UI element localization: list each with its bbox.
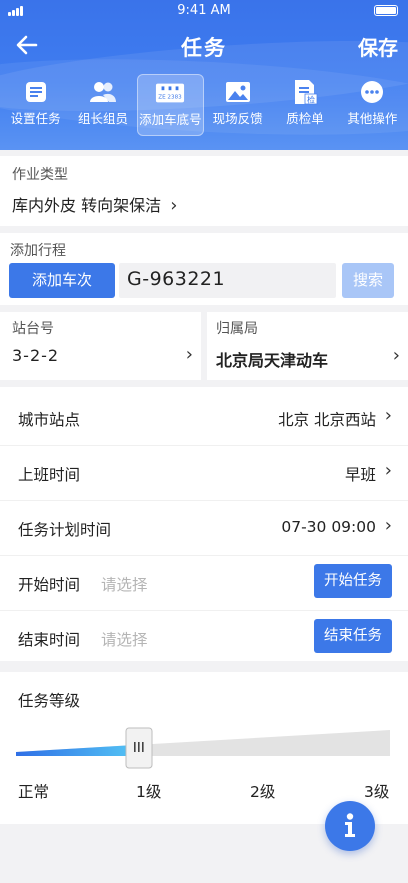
plan-time-row[interactable]: 任务计划时间 07-30 09:00 › (0, 501, 408, 556)
info-button[interactable] (325, 801, 375, 851)
tool-team[interactable]: 组长组员 (69, 74, 136, 136)
work-type-card[interactable]: 作业类型 库内外皮 转向架保洁 › (0, 156, 408, 226)
tool-label: 质检单 (286, 111, 324, 126)
tool-site-feedback[interactable]: 现场反馈 (204, 74, 271, 136)
start-task-button[interactable]: 开始任务 (314, 564, 392, 598)
search-button[interactable]: 搜索 (342, 263, 394, 298)
page-title: 任务 (181, 36, 227, 60)
chevron-right-icon: › (392, 345, 400, 366)
start-time-row: 开始时间 请选择 开始任务 (0, 556, 408, 611)
work-type-label: 作业类型 (12, 167, 68, 183)
tool-label: 设置任务 (10, 111, 61, 126)
detail-list: 城市站点 北京 北京西站 › 上班时间 早班 › 任务计划时间 07-30 09… (0, 387, 408, 661)
city-station-row[interactable]: 城市站点 北京 北京西站 › (0, 391, 408, 446)
battery-icon (374, 5, 398, 16)
level-tick-normal: 正常 (18, 783, 50, 801)
status-time: 9:41 AM (177, 3, 231, 18)
trip-card: 添加行程 添加车次 G-963221 搜索 (0, 233, 408, 305)
info-icon (345, 813, 355, 837)
platform-label: 站台号 (12, 321, 54, 337)
status-bar: 9:41 AM (0, 0, 408, 22)
chevron-right-icon: › (170, 195, 178, 216)
tool-label: 添加车底号 (139, 112, 202, 127)
trip-label: 添加行程 (10, 243, 66, 259)
more-icon (357, 78, 387, 106)
platform-value: 3-2-2 (12, 346, 60, 365)
end-task-button[interactable]: 结束任务 (314, 619, 392, 653)
level-tick-3: 3级 (364, 783, 390, 801)
train-number-input[interactable]: G-963221 (119, 263, 336, 298)
tool-inspection[interactable]: 检 质检单 (271, 74, 338, 136)
task-list-icon (21, 78, 51, 106)
train-plate-icon: ZE 2383 (155, 79, 185, 107)
add-train-button[interactable]: 添加车次 (9, 263, 115, 298)
tool-label: 其他操作 (347, 111, 398, 126)
chevron-right-icon: › (384, 515, 392, 536)
save-button[interactable]: 保存 (358, 32, 398, 61)
start-time-picker[interactable]: 请选择 (101, 573, 148, 595)
platform-card[interactable]: 站台号 3-2-2 › (0, 312, 201, 380)
end-time-row: 结束时间 请选择 结束任务 (0, 611, 408, 666)
slider-fill (16, 744, 139, 756)
tool-label: 组长组员 (77, 111, 128, 126)
task-level-label: 任务等级 (18, 692, 81, 710)
chevron-right-icon: › (384, 460, 392, 481)
tool-label: 现场反馈 (212, 111, 263, 126)
bureau-card[interactable]: 归属局 北京局天津动车 › (207, 312, 408, 380)
slider-thumb[interactable] (125, 727, 153, 769)
svg-text:ZE 2383: ZE 2383 (159, 95, 183, 101)
tool-set-task[interactable]: 设置任务 (2, 74, 69, 136)
level-tick-2: 2级 (250, 783, 276, 801)
end-time-picker[interactable]: 请选择 (101, 628, 148, 650)
nav-bar: 任务 保存 (0, 22, 408, 70)
level-slider[interactable] (16, 726, 392, 774)
users-icon (88, 78, 118, 106)
bureau-value: 北京局天津动车 (216, 351, 329, 370)
chevron-right-icon: › (384, 405, 392, 426)
shift-row[interactable]: 上班时间 早班 › (0, 446, 408, 501)
image-icon (223, 78, 253, 106)
header: 9:41 AM 任务 保存 设置任务 组长组员 ZE 2383 添加车底号 现场… (0, 0, 408, 150)
inspection-doc-icon: 检 (290, 78, 320, 106)
work-type-value: 库内外皮 转向架保洁 › (12, 195, 178, 216)
toolbar: 设置任务 组长组员 ZE 2383 添加车底号 现场反馈 检 质检单 其他操作 (0, 74, 408, 136)
chevron-right-icon: › (185, 344, 193, 365)
level-tick-1: 1级 (136, 783, 162, 801)
tool-more[interactable]: 其他操作 (339, 74, 406, 136)
svg-text:检: 检 (307, 95, 315, 105)
tool-add-train-number[interactable]: ZE 2383 添加车底号 (136, 74, 204, 136)
bureau-label: 归属局 (216, 321, 258, 337)
